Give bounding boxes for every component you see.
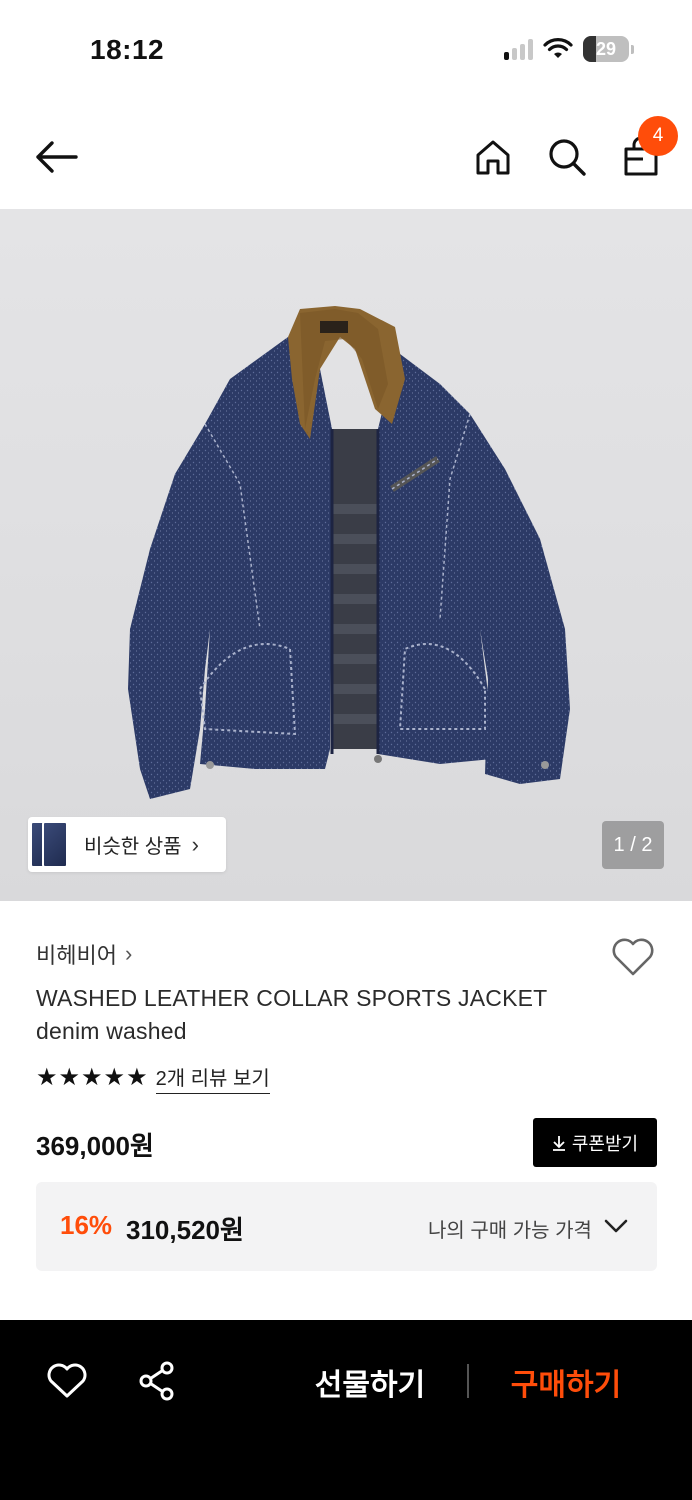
gift-button[interactable]: 선물하기: [300, 1358, 440, 1406]
star-icon: ★: [126, 1064, 148, 1091]
similar-products-label: 비슷한 상품: [84, 836, 182, 858]
home-icon: [476, 140, 510, 175]
wishlist-button[interactable]: [610, 936, 656, 978]
rating-stars: ★ ★ ★ ★ ★: [36, 1066, 148, 1090]
home-button[interactable]: [470, 134, 516, 180]
star-icon: ★: [36, 1064, 58, 1091]
wifi-icon: [543, 38, 573, 58]
original-price: 369,000원: [36, 1131, 154, 1161]
heart-icon: [47, 1363, 87, 1398]
bottom-action-bar: 선물하기 구매하기: [0, 1320, 692, 1500]
product-title: WASHED LEATHER COLLAR SPORTS JACKET deni…: [36, 982, 547, 1048]
star-icon: ★: [103, 1064, 126, 1091]
back-button[interactable]: [30, 134, 82, 180]
bottom-wishlist-button[interactable]: [46, 1362, 88, 1400]
discount-price: 310,520원: [126, 1215, 244, 1245]
search-icon: [549, 139, 586, 176]
similar-thumbnails: [28, 817, 74, 872]
heart-icon: [612, 938, 654, 976]
search-button[interactable]: [544, 134, 590, 180]
battery-percent: 29: [595, 38, 617, 59]
battery-level: [583, 36, 597, 62]
share-button[interactable]: [136, 1360, 178, 1402]
thumbnail: [42, 821, 68, 868]
back-arrow-icon: [36, 141, 78, 173]
coupon-button[interactable]: 쿠폰받기: [533, 1118, 657, 1167]
star-icon: ★: [81, 1064, 103, 1091]
brand-name: 비헤비어: [36, 943, 117, 968]
review-link[interactable]: 2개 리뷰 보기: [155, 1062, 270, 1094]
discount-price-box[interactable]: 16% 310,520원 나의 구매 가능 가격: [36, 1182, 657, 1271]
top-navigation: [0, 110, 692, 205]
download-icon: [552, 1135, 565, 1151]
product-image[interactable]: [0, 209, 692, 901]
product-title-line1: WASHED LEATHER COLLAR SPORTS JACKET: [36, 985, 548, 1011]
buy-button[interactable]: 구매하기: [496, 1358, 636, 1406]
brand-link[interactable]: 비헤비어 ›: [36, 938, 132, 970]
discount-percent: 16%: [60, 1210, 113, 1240]
battery-nub: [631, 44, 634, 54]
status-icons: 29: [504, 36, 634, 62]
discount-label: 나의 구매 가능 가격: [428, 1220, 592, 1242]
divider: [467, 1364, 469, 1398]
chevron-right-icon: ›: [124, 941, 133, 966]
similar-products-button[interactable]: 비슷한 상품 ›: [28, 817, 226, 872]
product-title-line2: denim washed: [36, 1018, 187, 1044]
jacket-photo: [128, 306, 570, 799]
battery-icon: 29: [583, 36, 629, 62]
rating-row: ★ ★ ★ ★ ★ 2개 리뷰 보기: [36, 1062, 270, 1094]
share-icon: [139, 1361, 174, 1401]
star-icon: ★: [58, 1064, 81, 1091]
chevron-right-icon: ›: [191, 831, 199, 857]
image-page-indicator: 1 / 2: [602, 821, 664, 869]
cellular-signal-icon: [504, 38, 533, 60]
status-bar: 18:12 29: [0, 0, 692, 100]
cart-count-badge: 4: [638, 116, 678, 156]
chevron-down-icon: [604, 1219, 628, 1233]
coupon-label: 쿠폰받기: [571, 1133, 639, 1154]
status-time: 18:12: [90, 34, 165, 65]
